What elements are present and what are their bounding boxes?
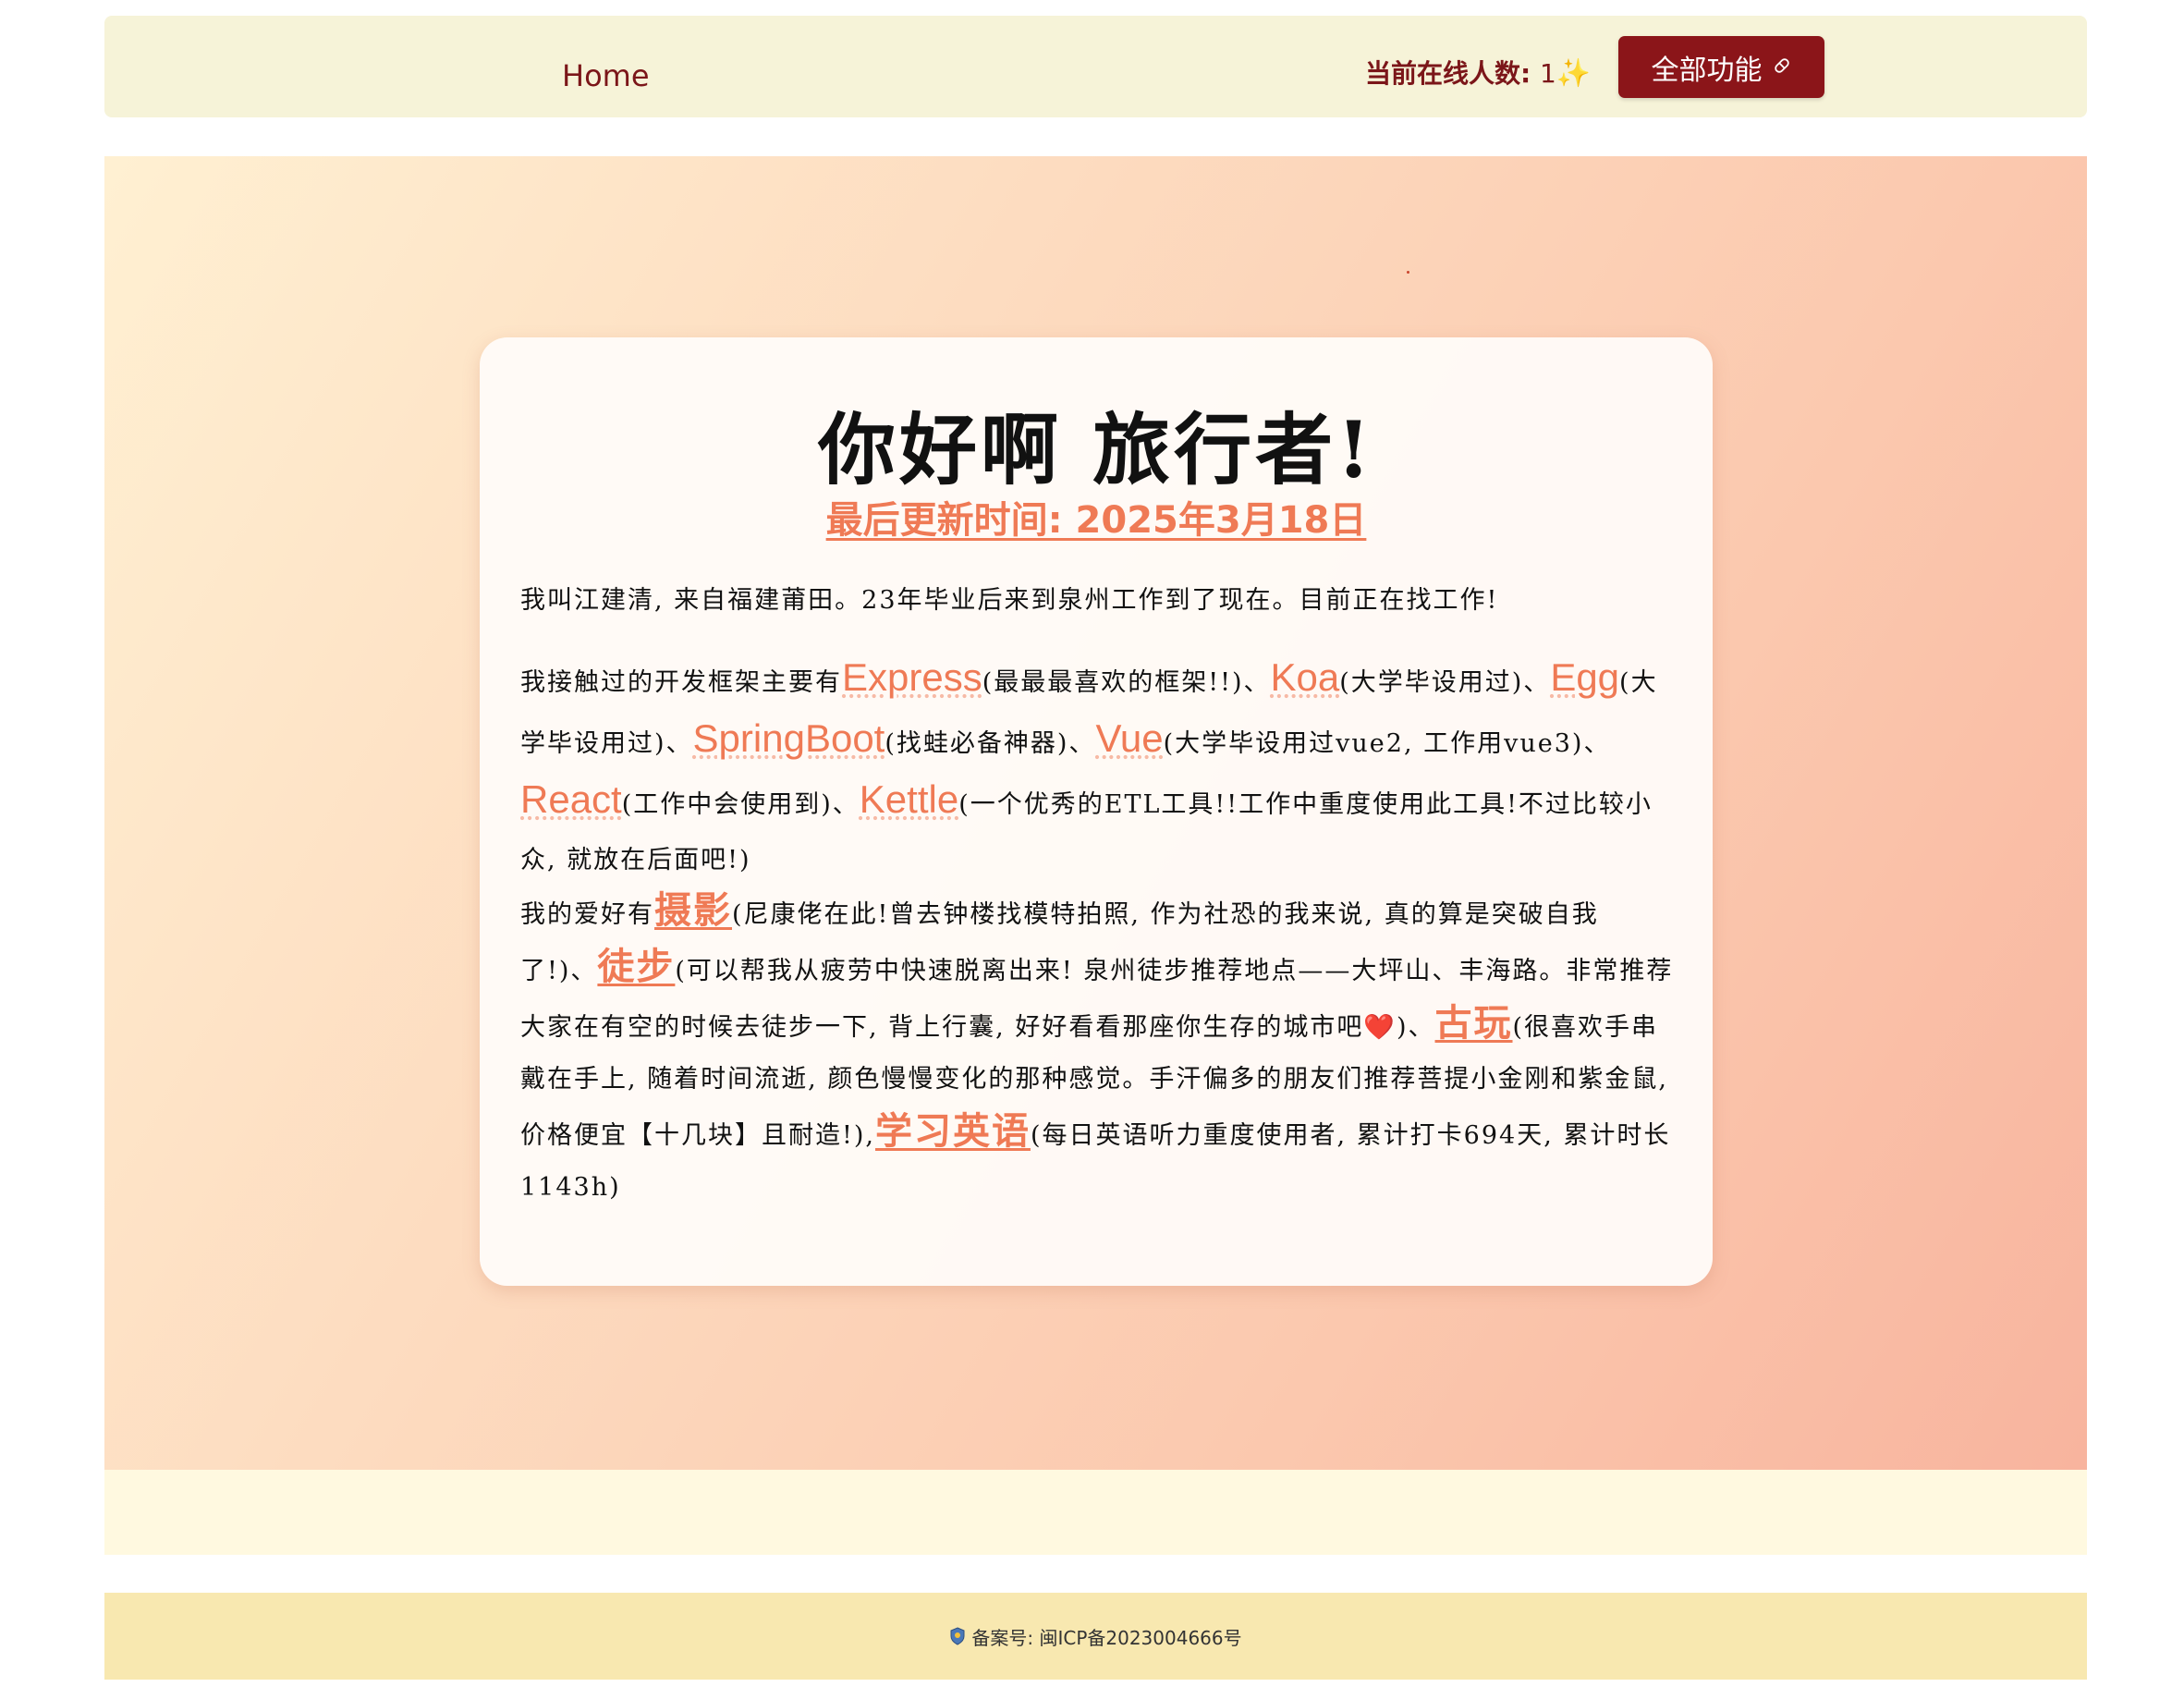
all-features-label: 全部功能 <box>1651 54 1763 87</box>
intro-card: 你好啊 旅行者! 最后更新时间: 2025年3月18日 我叫江建清, 来自福建莆… <box>480 337 1713 1286</box>
all-features-button[interactable]: 全部功能 <box>1618 36 1824 98</box>
online-count: 1 <box>1539 58 1556 89</box>
sparkle-icon: ✨ <box>1556 57 1592 90</box>
framework-react: React <box>520 777 622 821</box>
framework-vue: Vue <box>1095 716 1164 760</box>
police-badge-icon <box>949 1627 966 1645</box>
framework-note: (大学毕设用过vue2, 工作用vue3)、 <box>1163 729 1611 758</box>
spacer-band <box>104 1470 2087 1555</box>
page-title: 你好啊 旅行者! <box>817 404 1375 495</box>
pill-icon <box>1772 51 1792 83</box>
nav-home-link[interactable]: Home <box>562 58 650 93</box>
framework-koa: Koa <box>1270 655 1340 699</box>
hobby-photography: 摄影 <box>654 888 732 932</box>
beian-info[interactable]: 备案号: 闽ICP备2023004666号 <box>949 1623 1242 1650</box>
online-label: 当前在线人数: <box>1365 58 1531 89</box>
last-updated: 最后更新时间: 2025年3月18日 <box>825 499 1367 542</box>
framework-express: Express <box>842 655 982 699</box>
hobby-note: )、 <box>1396 1013 1435 1042</box>
framework-egg: Egg <box>1550 655 1620 699</box>
frameworks-paragraph: 我接触过的开发框架主要有Express(最最最喜欢的框架!!)、Koa(大学毕设… <box>520 650 1674 888</box>
decor-dot <box>1407 271 1409 274</box>
hobbies-lead: 我的爱好有 <box>520 900 654 929</box>
footer: 备案号: 闽ICP备2023004666号 <box>104 1593 2087 1680</box>
hobby-english: 学习英语 <box>874 1109 1031 1153</box>
online-users-indicator: 当前在线人数: 1✨ <box>1365 54 1591 91</box>
frameworks-lead: 我接触过的开发框架主要有 <box>520 668 842 697</box>
framework-note: (大学毕设用过)、 <box>1339 668 1551 697</box>
framework-kettle: Kettle <box>859 777 959 821</box>
framework-note: (最最最喜欢的框架!!)、 <box>982 668 1271 697</box>
framework-note: (工作中会使用到)、 <box>621 790 860 819</box>
hobby-hiking: 徒步 <box>597 945 676 988</box>
framework-note: (找蛙必备神器)、 <box>885 729 1096 758</box>
hobbies-paragraph: 我的爱好有摄影(尼康佬在此!曾去钟楼找模特拍照, 作为社恐的我来说, 真的算是突… <box>520 885 1674 1214</box>
intro-paragraph: 我叫江建清, 来自福建莆田。23年毕业后来到泉州工作到了现在。目前正在找工作! <box>520 586 1499 615</box>
framework-springboot: SpringBoot <box>692 716 885 760</box>
hobby-antiques: 古玩 <box>1434 1001 1513 1045</box>
heart-icon: ❤️ <box>1363 1013 1397 1042</box>
beian-text[interactable]: 备案号: 闽ICP备2023004666号 <box>971 1623 1241 1650</box>
